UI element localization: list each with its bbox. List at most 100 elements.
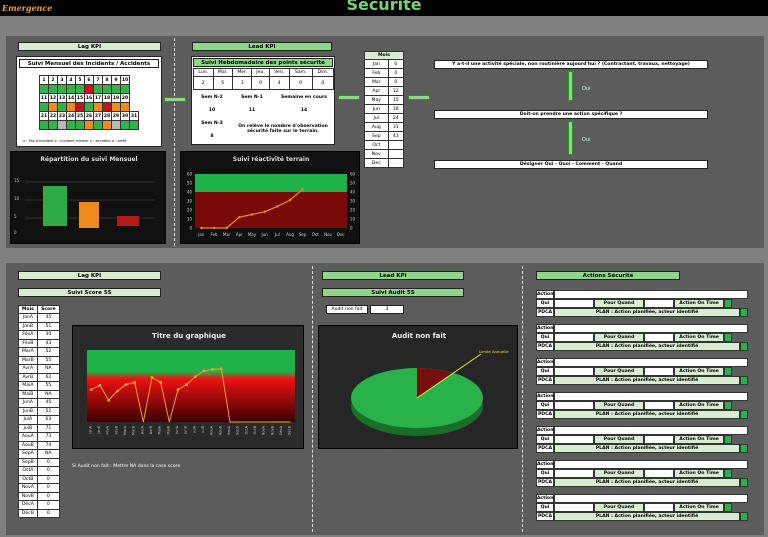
calendar-day[interactable]: 23	[57, 111, 67, 121]
calendar-status-cell[interactable]	[102, 84, 112, 94]
action-input-cell[interactable]	[644, 401, 674, 410]
action-input-cell[interactable]	[554, 290, 748, 299]
calendar-status-cell[interactable]	[129, 120, 139, 130]
action-input-cell[interactable]	[554, 324, 748, 333]
score-value[interactable]: 51	[36, 321, 61, 331]
calendar-day[interactable]: 4	[66, 75, 76, 85]
calendar-status-cell[interactable]	[75, 120, 85, 130]
score-value[interactable]: 0	[36, 457, 61, 467]
calendar-day[interactable]: 29	[111, 111, 121, 121]
calendar-status-cell[interactable]	[93, 102, 103, 112]
calendar-status-cell[interactable]	[66, 102, 76, 112]
audit-value[interactable]: 3	[370, 305, 404, 314]
month-value[interactable]: 15	[387, 95, 405, 105]
score-value[interactable]: 0	[36, 466, 61, 476]
calendar-day[interactable]: 14	[66, 93, 76, 103]
calendar-day[interactable]: 3	[57, 75, 67, 85]
action-status-cell[interactable]	[740, 410, 748, 419]
weekday-value[interactable]: 5	[212, 76, 233, 90]
calendar-day[interactable]: 22	[48, 111, 58, 121]
action-status-cell[interactable]	[740, 308, 748, 317]
month-value[interactable]: 43	[387, 131, 405, 141]
calendar-day[interactable]: 20	[120, 93, 130, 103]
month-value[interactable]: 18	[387, 104, 405, 114]
calendar-status-cell[interactable]	[102, 102, 112, 112]
action-input-cell[interactable]	[554, 367, 594, 376]
calendar-status-cell[interactable]	[57, 102, 67, 112]
score-value[interactable]: 0	[36, 500, 61, 510]
month-value[interactable]	[387, 140, 405, 150]
action-input-cell[interactable]	[644, 299, 674, 308]
action-status-cell[interactable]	[740, 376, 748, 385]
action-input-cell[interactable]	[644, 333, 674, 342]
score-value[interactable]: 0	[36, 483, 61, 493]
calendar-day[interactable]: 28	[102, 111, 112, 121]
calendar-status-cell[interactable]	[120, 102, 130, 112]
calendar-day[interactable]: 12	[48, 93, 58, 103]
calendar-status-cell[interactable]	[84, 120, 94, 130]
calendar-day[interactable]: 21	[39, 111, 49, 121]
score-value[interactable]: 45	[36, 313, 61, 323]
score-value[interactable]: 52	[36, 347, 61, 357]
score-value[interactable]: 63	[36, 415, 61, 425]
score-value[interactable]: 43	[36, 338, 61, 348]
calendar-day[interactable]: 9	[111, 75, 121, 85]
score-value[interactable]: 0	[36, 474, 61, 484]
weekday-value[interactable]: 0	[311, 76, 335, 90]
action-status-cell[interactable]	[740, 342, 748, 351]
score-value[interactable]: 71	[36, 423, 61, 433]
score-value[interactable]: 0	[36, 508, 61, 518]
score-value[interactable]: 55	[36, 355, 61, 365]
month-value[interactable]: 0	[387, 77, 405, 87]
calendar-status-cell[interactable]	[120, 120, 130, 130]
action-input-cell[interactable]	[644, 435, 674, 444]
weekday-value[interactable]: 4	[268, 76, 290, 90]
score-value[interactable]: 0	[36, 491, 61, 501]
calendar-status-cell[interactable]	[48, 102, 58, 112]
action-input-cell[interactable]	[554, 392, 748, 401]
month-value[interactable]: 31	[387, 122, 405, 132]
score-value[interactable]: 52	[36, 406, 61, 416]
calendar-status-cell[interactable]	[66, 84, 76, 94]
score-value[interactable]: 73	[36, 432, 61, 442]
score-value[interactable]: NA	[36, 389, 61, 399]
calendar-status-cell[interactable]	[57, 84, 67, 94]
calendar-day[interactable]: 26	[84, 111, 94, 121]
calendar-day[interactable]: 5	[75, 75, 85, 85]
score-value[interactable]: 74	[36, 440, 61, 450]
calendar-day[interactable]: 17	[93, 93, 103, 103]
action-status-cell[interactable]	[740, 512, 748, 521]
calendar-status-cell[interactable]	[48, 84, 58, 94]
calendar-status-cell[interactable]	[75, 102, 85, 112]
calendar-day[interactable]: 30	[120, 111, 130, 121]
action-status-cell[interactable]	[724, 299, 732, 308]
calendar-day[interactable]: 16	[84, 93, 94, 103]
action-status-cell[interactable]	[724, 435, 732, 444]
calendar-day[interactable]: 31	[129, 111, 139, 121]
calendar-status-cell[interactable]	[120, 84, 130, 94]
action-input-cell[interactable]	[644, 469, 674, 478]
month-value[interactable]	[387, 158, 405, 168]
score-value[interactable]: NA	[36, 449, 61, 459]
score-value[interactable]: 62	[36, 372, 61, 382]
weekday-value[interactable]: 0	[288, 76, 313, 90]
action-input-cell[interactable]	[554, 469, 594, 478]
action-status-cell[interactable]	[724, 333, 732, 342]
action-input-cell[interactable]	[554, 401, 594, 410]
calendar-day[interactable]: 24	[66, 111, 76, 121]
calendar-day[interactable]: 25	[75, 111, 85, 121]
calendar-status-cell[interactable]	[39, 84, 49, 94]
action-input-cell[interactable]	[554, 460, 748, 469]
action-input-cell[interactable]	[554, 333, 594, 342]
calendar-day[interactable]: 13	[57, 93, 67, 103]
calendar-day[interactable]: 6	[84, 75, 94, 85]
calendar-day[interactable]: 10	[120, 75, 130, 85]
calendar-day[interactable]: 11	[39, 93, 49, 103]
action-status-cell[interactable]	[740, 444, 748, 453]
calendar-day[interactable]: 27	[93, 111, 103, 121]
weekday-value[interactable]: 3	[231, 76, 253, 90]
month-value[interactable]	[387, 149, 405, 159]
action-status-cell[interactable]	[724, 469, 732, 478]
calendar-day[interactable]: 19	[111, 93, 121, 103]
calendar-status-cell[interactable]	[93, 84, 103, 94]
